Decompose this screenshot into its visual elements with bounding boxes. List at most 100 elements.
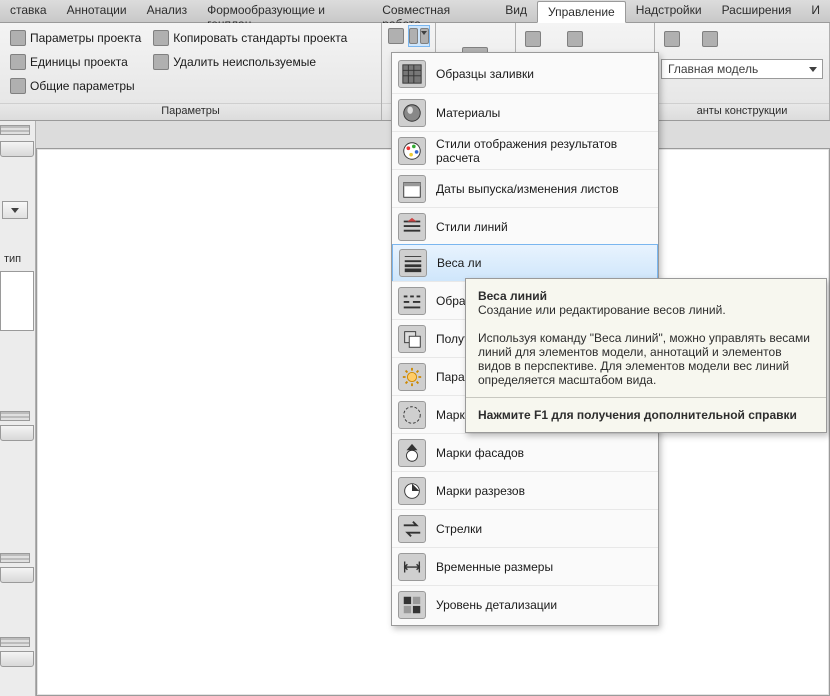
list-icon	[525, 31, 541, 47]
tooltip-title: Веса линий	[478, 289, 547, 303]
label: Материалы	[436, 106, 500, 120]
panel-divider-2[interactable]	[0, 553, 30, 563]
tab-cut[interactable]: И	[801, 0, 830, 23]
arrows-icon	[398, 515, 426, 543]
hatch-icon	[398, 60, 426, 88]
label: Даты выпуска/изменения листов	[436, 182, 619, 196]
calendar-icon	[398, 175, 426, 203]
gear-icon	[388, 28, 404, 44]
ribbon-group-parameters: Параметры проекта Единицы проекта Общие …	[0, 23, 382, 120]
purge-icon	[153, 54, 169, 70]
panel-tab-4[interactable]	[0, 651, 34, 667]
combo-value: Главная модель	[668, 62, 758, 76]
dim-icon	[398, 553, 426, 581]
project-parameters-button[interactable]: Параметры проекта	[6, 27, 145, 49]
opt-b-icon	[702, 31, 718, 47]
ribbon-group-design-options: Главная модель анты конструкции	[655, 23, 830, 120]
menu-item-line-weights[interactable]: Веса ли	[392, 244, 658, 282]
group-title-design-options: анты конструкции	[655, 103, 829, 120]
menu-item-analysis-styles[interactable]: Стили отображения результатов расчета	[392, 131, 658, 169]
grid-icon	[567, 31, 583, 47]
weights-icon	[399, 249, 427, 277]
tab-massing[interactable]: Формообразующие и генплан	[197, 0, 372, 23]
design-option-combo[interactable]: Главная модель	[661, 59, 823, 79]
tooltip-f1: Нажмите F1 для получения дополнительной …	[478, 408, 797, 422]
label: Образцы заливки	[436, 67, 534, 81]
label: Марки фасадов	[436, 446, 524, 460]
units-icon	[10, 54, 26, 70]
group-title-parameters: Параметры	[0, 103, 381, 120]
menu-item-sheet-dates[interactable]: Даты выпуска/изменения листов	[392, 169, 658, 207]
shared-icon	[10, 78, 26, 94]
tooltip-subtitle: Создание или редактирование весов линий.	[478, 303, 726, 317]
label: Удалить неиспользуемые	[173, 55, 316, 69]
panel-tab-3[interactable]	[0, 567, 34, 583]
chevron-down-icon	[806, 62, 820, 76]
label: Единицы проекта	[30, 55, 128, 69]
panel-tab-2[interactable]	[0, 425, 34, 441]
shared-parameters-button[interactable]: Общие параметры	[6, 75, 145, 97]
menu-item-materials[interactable]: Материалы	[392, 93, 658, 131]
panel-type-label: тип	[4, 253, 21, 265]
label: Стили отображения результатов расчета	[436, 137, 646, 165]
menu-item-section-tags[interactable]: Марки разрезов	[392, 471, 658, 509]
menu-item-arrowheads[interactable]: Стрелки	[392, 509, 658, 547]
panel-divider-3[interactable]	[0, 637, 30, 647]
tab-extensions[interactable]: Расширения	[712, 0, 802, 23]
chevron-down-icon	[420, 28, 429, 44]
palette-icon	[398, 137, 426, 165]
label: Общие параметры	[30, 79, 135, 93]
tab-collaborate[interactable]: Совместная работа	[372, 0, 495, 23]
transfer-icon	[153, 30, 169, 46]
misc2-b[interactable]	[564, 28, 586, 50]
params-icon	[10, 30, 26, 46]
opt-a-icon	[664, 31, 680, 47]
label: Временные размеры	[436, 560, 553, 574]
settings-btn-a[interactable]	[388, 25, 404, 47]
halftone-icon	[398, 325, 426, 353]
detail-icon	[398, 591, 426, 619]
panel-type-dd[interactable]	[2, 201, 28, 219]
additional-settings-button[interactable]	[408, 25, 430, 47]
tooltip-line-weights: Веса линий Создание или редактирование в…	[465, 278, 827, 433]
label: Уровень детализации	[436, 598, 557, 612]
sun-icon	[398, 363, 426, 391]
opt-a[interactable]	[661, 28, 683, 50]
label: Марки разрезов	[436, 484, 525, 498]
lines-icon	[398, 213, 426, 241]
menu-item-elevation-tags[interactable]: Марки фасадов	[392, 433, 658, 471]
tab-analysis[interactable]: Анализ	[137, 0, 198, 23]
tab-insert[interactable]: ставка	[0, 0, 57, 23]
settings-icon	[409, 28, 418, 44]
dashed-icon	[398, 287, 426, 315]
label: Копировать стандарты проекта	[173, 31, 347, 45]
section-icon	[398, 477, 426, 505]
opt-b[interactable]	[699, 28, 721, 50]
label: Параметры проекта	[30, 31, 141, 45]
ribbon-tabs: ставка Аннотации Анализ Формообразующие …	[0, 0, 830, 23]
tab-view[interactable]: Вид	[495, 0, 537, 23]
panel-tab[interactable]	[0, 141, 34, 157]
label: Веса ли	[437, 256, 481, 270]
transfer-standards-button[interactable]: Копировать стандарты проекта	[149, 27, 351, 49]
tooltip-body: Используя команду "Веса линий", можно уп…	[478, 331, 810, 387]
panel-content	[0, 271, 34, 331]
purge-unused-button[interactable]: Удалить неиспользуемые	[149, 51, 351, 73]
menu-item-line-styles[interactable]: Стили линий	[392, 207, 658, 245]
tab-annotations[interactable]: Аннотации	[57, 0, 137, 23]
tab-addins[interactable]: Надстройки	[626, 0, 712, 23]
menu-item-detail-level[interactable]: Уровень детализации	[392, 585, 658, 623]
tag-icon	[398, 401, 426, 429]
panel-handle[interactable]	[0, 125, 30, 135]
tab-manage[interactable]: Управление	[537, 1, 626, 23]
label: Стили линий	[436, 220, 508, 234]
sphere-icon	[398, 99, 426, 127]
properties-sidebar: тип	[0, 121, 36, 696]
misc2-a[interactable]	[522, 28, 544, 50]
elev-icon	[398, 439, 426, 467]
label: Стрелки	[436, 522, 482, 536]
panel-divider-1[interactable]	[0, 411, 30, 421]
menu-item-temp-dims[interactable]: Временные размеры	[392, 547, 658, 585]
menu-item-fill-patterns[interactable]: Образцы заливки	[392, 55, 658, 93]
project-units-button[interactable]: Единицы проекта	[6, 51, 145, 73]
